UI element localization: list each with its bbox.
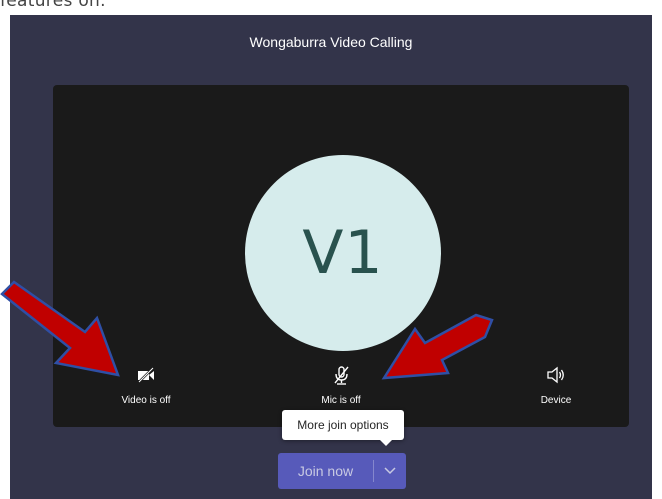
join-button-group: Join now [278,453,406,489]
mic-toggle-label: Mic is off [321,395,361,406]
video-toggle-label: Video is off [121,395,171,406]
video-call-window: Wongaburra Video Calling V1 Video is off… [10,15,652,499]
speaker-icon [547,366,564,384]
join-now-button[interactable]: Join now [278,453,373,489]
caption-text: features on. [0,0,106,11]
chevron-down-icon [384,467,396,475]
red-arrow-icon [0,280,120,377]
mic-off-icon [334,366,349,385]
device-settings-button[interactable]: Device [501,365,611,406]
join-options-dropdown[interactable] [374,453,406,489]
more-join-options-tooltip: More join options [282,410,404,446]
device-settings-label: Device [540,395,572,406]
window-title: Wongaburra Video Calling [249,34,413,50]
avatar-initials: V1 [302,218,384,288]
red-arrow-icon [381,313,494,380]
